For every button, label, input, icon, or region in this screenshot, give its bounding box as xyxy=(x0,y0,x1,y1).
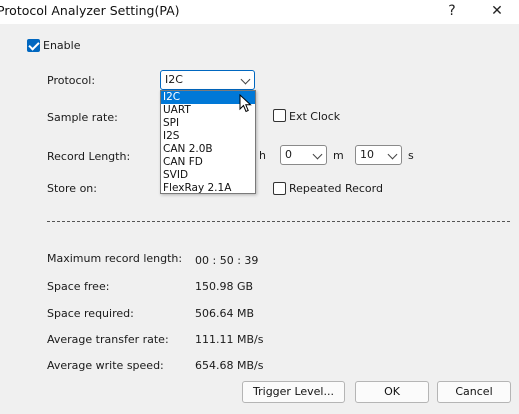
protocol-option[interactable]: SPI xyxy=(161,117,255,130)
mouse-pointer-icon xyxy=(239,94,252,113)
avg-write-speed-value: 654.68 MB/s xyxy=(195,359,264,372)
protocol-select[interactable]: I2C xyxy=(160,70,255,90)
avg-write-speed-label: Average write speed: xyxy=(47,359,164,372)
max-record-length-label: Maximum record length: xyxy=(47,252,183,265)
seconds-select[interactable]: 10 xyxy=(355,145,402,165)
chevron-down-icon xyxy=(312,149,323,160)
protocol-option[interactable]: FlexRay 2.1A xyxy=(161,182,255,195)
chevron-down-icon xyxy=(240,74,251,85)
title-bar: Protocol Analyzer Setting(PA) ? ✕ xyxy=(0,0,519,24)
avg-transfer-rate-value: 111.11 MB/s xyxy=(195,333,264,346)
seconds-value: 10 xyxy=(360,148,374,161)
space-free-value: 150.98 GB xyxy=(195,280,254,293)
window-title: Protocol Analyzer Setting(PA) xyxy=(0,3,180,18)
seconds-unit: s xyxy=(408,149,414,162)
sample-rate-label: Sample rate: xyxy=(47,111,118,124)
store-on-label: Store on: xyxy=(47,182,97,195)
minutes-select[interactable]: 0 xyxy=(280,145,327,165)
close-icon: ✕ xyxy=(491,3,503,19)
protocol-option[interactable]: SVID xyxy=(161,169,255,182)
ext-clock-label[interactable]: Ext Clock xyxy=(289,110,340,123)
protocol-selected-value: I2C xyxy=(165,73,183,86)
close-button[interactable]: ✕ xyxy=(475,0,519,24)
protocol-option[interactable]: CAN FD xyxy=(161,156,255,169)
enable-checkbox[interactable] xyxy=(27,39,40,52)
ok-button[interactable]: OK xyxy=(355,381,429,403)
protocol-option[interactable]: CAN 2.0B xyxy=(161,143,255,156)
dashed-separator xyxy=(47,221,510,222)
repeated-record-checkbox[interactable] xyxy=(273,182,286,195)
minutes-value: 0 xyxy=(285,148,292,161)
help-button[interactable]: ? xyxy=(430,0,474,24)
protocol-label: Protocol: xyxy=(47,74,96,87)
space-required-label: Space required: xyxy=(47,307,134,320)
space-free-label: Space free: xyxy=(47,280,110,293)
enable-label[interactable]: Enable xyxy=(43,39,80,52)
avg-transfer-rate-label: Average transfer rate: xyxy=(47,333,169,346)
max-record-length-value: 00 : 50 : 39 xyxy=(195,254,259,267)
cancel-button[interactable]: Cancel xyxy=(437,381,511,403)
protocol-option[interactable]: I2S xyxy=(161,130,255,143)
repeated-record-label[interactable]: Repeated Record xyxy=(289,182,383,195)
hours-unit: h xyxy=(259,149,266,162)
space-required-value: 506.64 MB xyxy=(195,307,255,320)
ext-clock-checkbox[interactable] xyxy=(273,109,286,122)
chevron-down-icon xyxy=(387,149,398,160)
record-length-label: Record Length: xyxy=(47,150,131,163)
trigger-level-button[interactable]: Trigger Level... xyxy=(242,381,345,403)
minutes-unit: m xyxy=(333,149,344,162)
